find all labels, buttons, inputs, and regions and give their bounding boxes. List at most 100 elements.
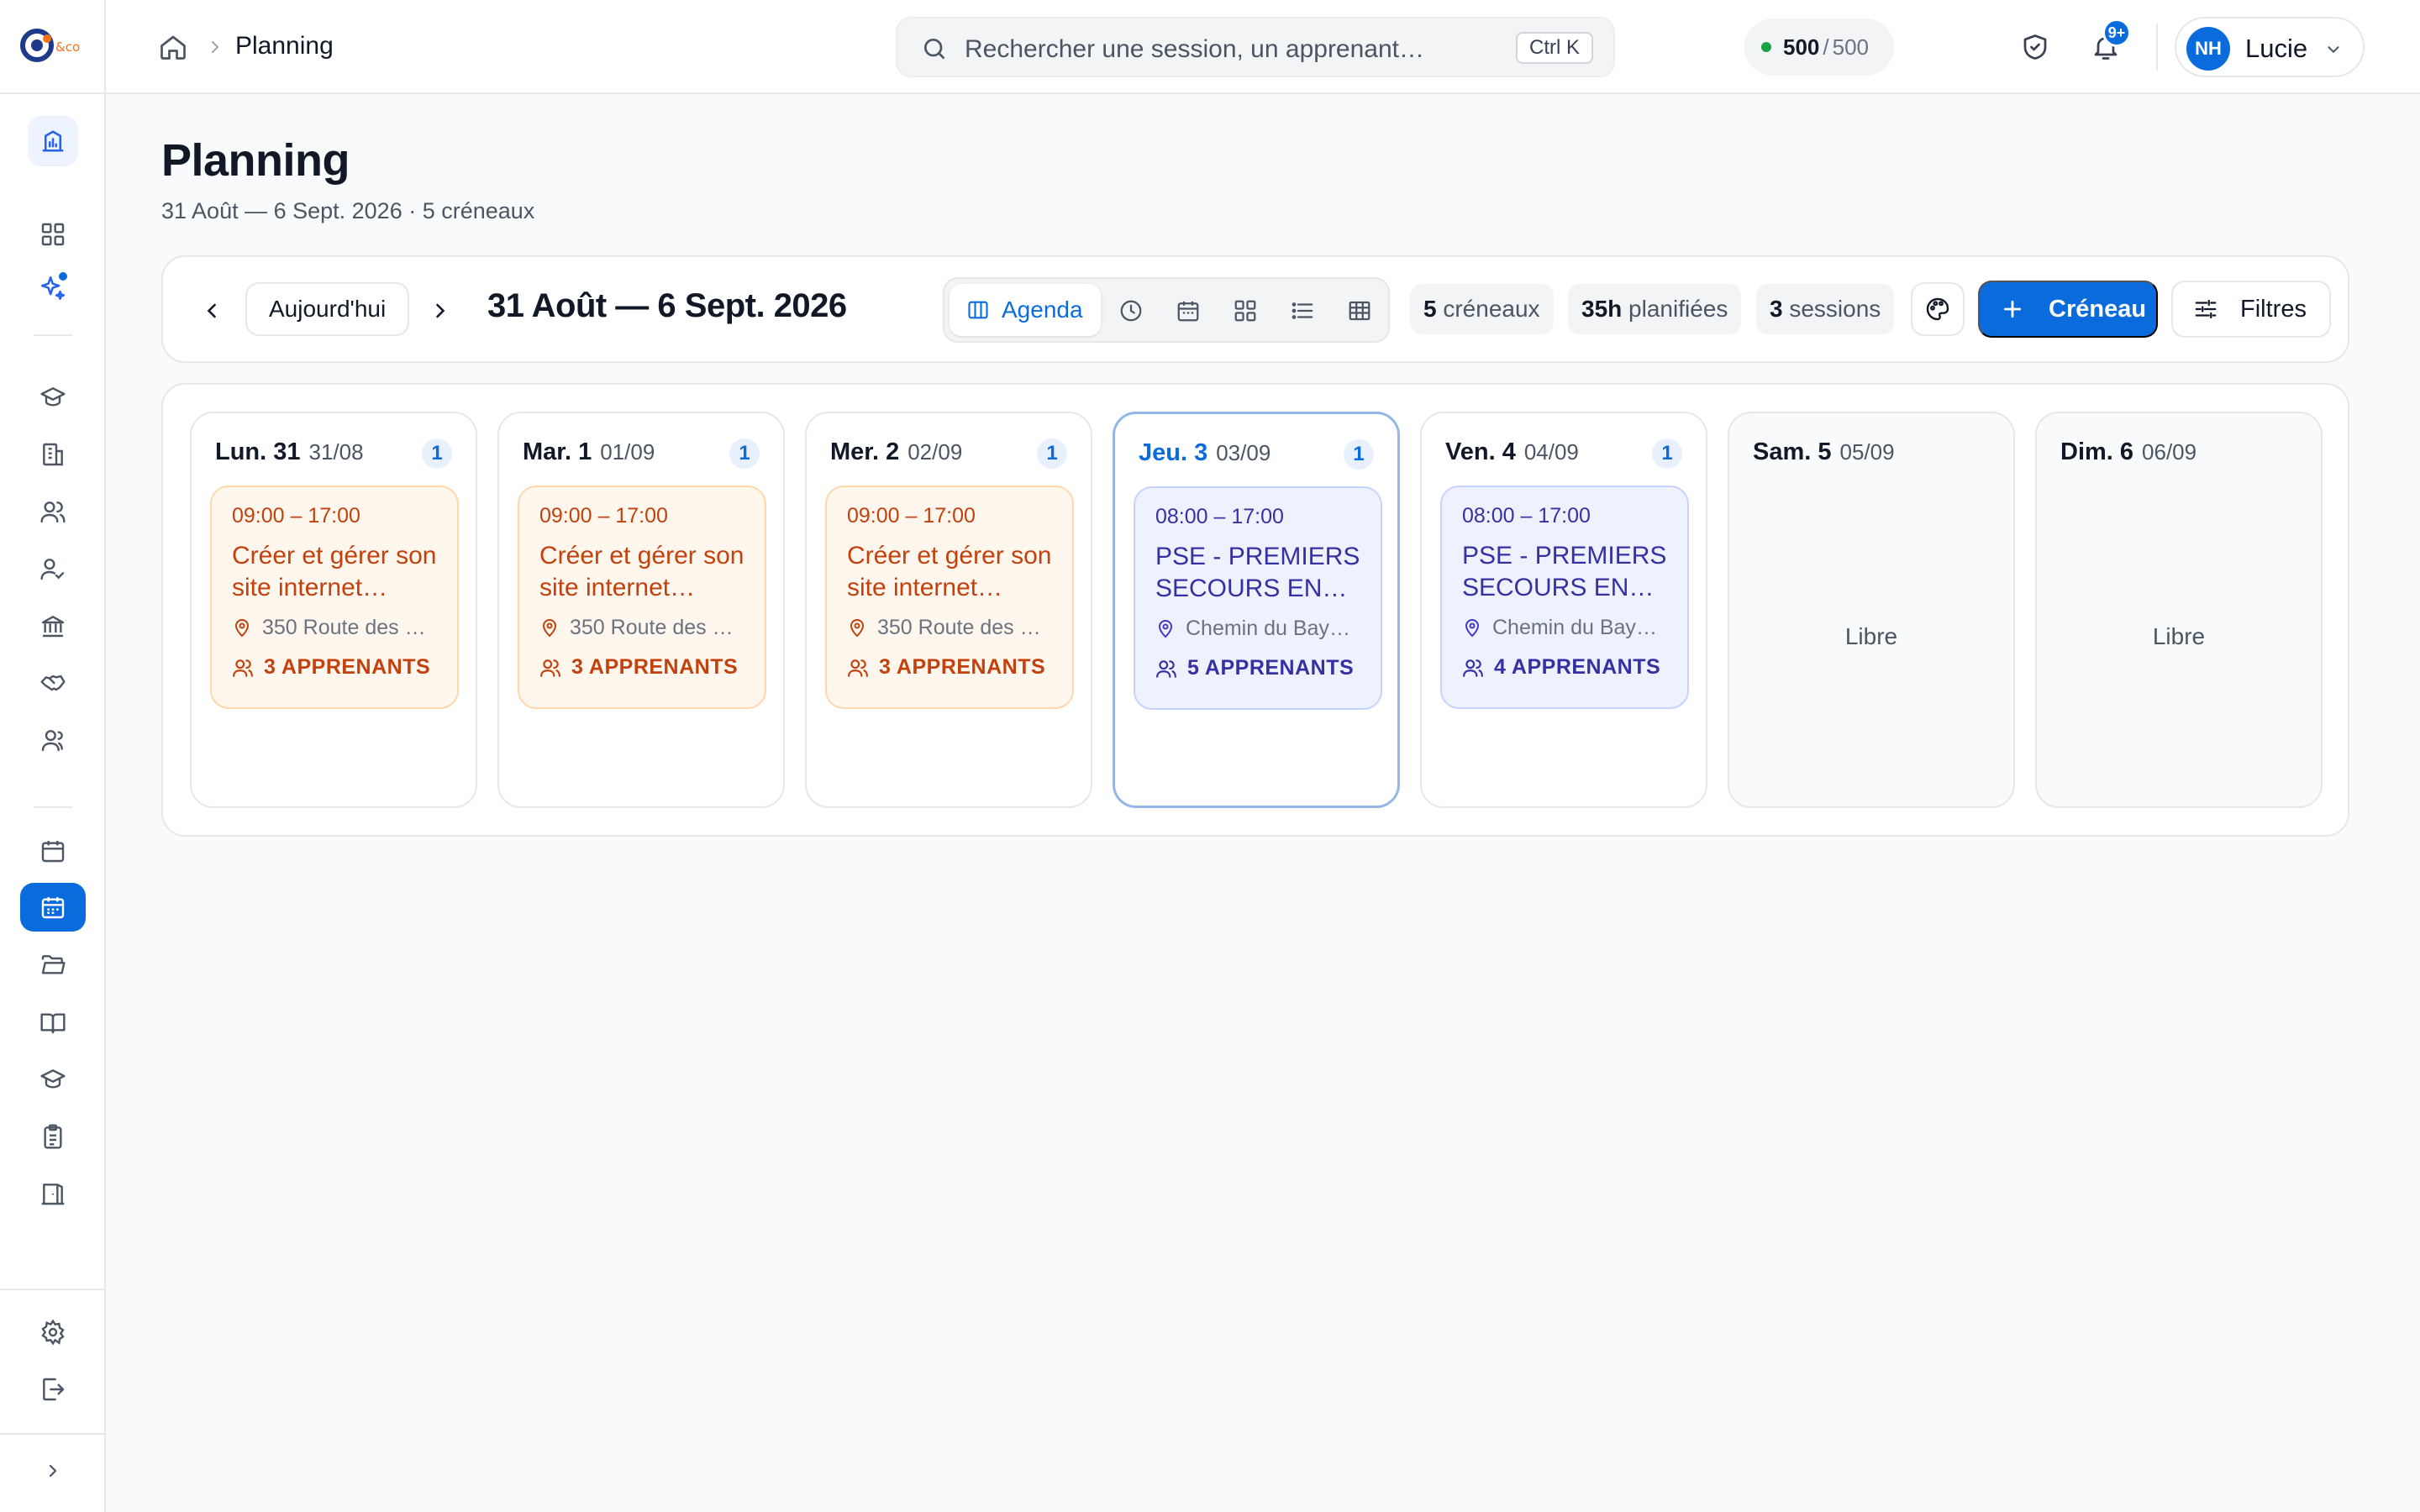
sidebar-item-catalog[interactable] xyxy=(32,1001,74,1043)
sidebar-item-partners[interactable] xyxy=(32,662,74,704)
sidebar-divider xyxy=(34,334,72,336)
security-button[interactable] xyxy=(2017,29,2054,66)
sidebar-item-logout[interactable] xyxy=(32,1368,74,1410)
event-location: Chemin du Bayo… xyxy=(1155,617,1360,641)
view-table-button[interactable] xyxy=(1344,296,1375,326)
sidebar-item-rooms[interactable] xyxy=(32,1173,74,1215)
sidebar-divider xyxy=(0,92,104,94)
app-logo[interactable]: &co xyxy=(18,25,87,66)
view-timeline-button[interactable] xyxy=(1116,296,1146,326)
list-icon xyxy=(1292,302,1313,319)
event-learners-text: 5 APPRENANTS xyxy=(1187,656,1355,680)
sidebar-item-calendar[interactable] xyxy=(32,830,74,872)
view-list-button[interactable] xyxy=(1287,296,1318,326)
sidebar-item-documents[interactable] xyxy=(32,944,74,986)
event-title: Créer et gérer son site internet… xyxy=(847,542,1052,601)
sidebar-item-sessions[interactable] xyxy=(32,1058,74,1100)
sidebar-item-trainings[interactable] xyxy=(32,376,74,418)
view-grid-button[interactable] xyxy=(1230,296,1260,326)
grid-icon xyxy=(1234,300,1256,322)
user-name: Lucie xyxy=(2245,34,2308,63)
event-card[interactable]: 08:00 – 17:00 PSE - PREMIERS SECOURS EN…… xyxy=(1134,486,1382,710)
filters-button[interactable]: Filtres xyxy=(2171,281,2331,338)
home-icon xyxy=(160,35,186,60)
day-column-sunday[interactable]: Dim. 6 06/09 Libre xyxy=(2035,412,2323,808)
next-week-button[interactable] xyxy=(418,289,462,333)
sidebar-item-planning[interactable] xyxy=(20,883,86,932)
sliders-icon xyxy=(2195,299,2217,319)
event-title: PSE - PREMIERS SECOURS EN… xyxy=(1155,543,1360,602)
search-input[interactable]: Rechercher une session, un apprenant… Ct… xyxy=(896,17,1615,77)
day-date: 05/09 xyxy=(1839,439,1895,465)
calendar-days-icon xyxy=(41,897,65,919)
door-icon xyxy=(41,1184,65,1205)
stat-hours: 35h planifiées xyxy=(1568,284,1742,334)
stat-slots-label: créneaux xyxy=(1443,296,1540,322)
users-icon xyxy=(1463,659,1483,677)
gear-icon xyxy=(41,1319,65,1346)
event-card[interactable]: 09:00 – 17:00 Créer et gérer son site in… xyxy=(518,486,766,709)
sidebar-expand-button[interactable] xyxy=(32,1450,74,1492)
chevron-right-icon xyxy=(49,1464,57,1478)
user-menu-button[interactable]: NH Lucie xyxy=(2175,17,2365,77)
event-learners: 4 APPRENANTS xyxy=(1462,655,1667,680)
event-card[interactable]: 08:00 – 17:00 PSE - PREMIERS SECOURS EN…… xyxy=(1440,486,1689,709)
sidebar-item-evaluations[interactable] xyxy=(32,1116,74,1158)
breadcrumb-home[interactable] xyxy=(158,32,188,62)
top-bar: Planning Rechercher une session, un appr… xyxy=(106,0,2420,94)
table-icon xyxy=(1349,301,1370,321)
day-header: Sam. 5 05/09 xyxy=(1753,438,1895,466)
chevron-right-icon xyxy=(436,303,445,318)
day-name: Lun. 31 xyxy=(215,438,301,465)
add-slot-label: Créneau xyxy=(2049,295,2147,323)
view-month-button[interactable] xyxy=(1173,296,1203,326)
day-column-thursday[interactable]: Jeu. 3 03/09 1 08:00 – 17:00 PSE - PREMIE… xyxy=(1113,412,1400,808)
view-agenda-button[interactable]: Agenda xyxy=(950,284,1101,336)
event-card[interactable]: 09:00 – 17:00 Créer et gérer son site in… xyxy=(210,486,459,709)
plus-icon xyxy=(2003,300,2022,318)
logout-icon xyxy=(43,1378,65,1401)
previous-week-button[interactable] xyxy=(190,289,234,333)
today-button[interactable]: Aujourd'hui xyxy=(245,282,410,336)
event-location: Chemin du Bayo… xyxy=(1462,616,1667,640)
day-column-friday[interactable]: Ven. 4 04/09 1 08:00 – 17:00 PSE - PREMIE… xyxy=(1420,412,1707,808)
map-pin-icon xyxy=(850,618,865,637)
ai-notification-dot xyxy=(57,270,69,282)
topbar-divider xyxy=(2156,24,2158,71)
map-pin-icon xyxy=(542,618,557,637)
date-range-title: 31 Août — 6 Sept. 2026 xyxy=(487,287,847,324)
event-time: 08:00 – 17:00 xyxy=(1155,505,1284,528)
filters-label: Filtres xyxy=(2240,295,2307,323)
credits-badge[interactable]: 500 / 500 xyxy=(1744,18,1894,76)
chevron-down-icon xyxy=(2324,40,2343,59)
day-column-tuesday[interactable]: Mar. 1 01/09 1 09:00 – 17:00 Créer et gér… xyxy=(497,412,785,808)
day-column-saturday[interactable]: Sam. 5 05/09 Libre xyxy=(1728,412,2015,808)
event-learners: 3 APPRENANTS xyxy=(539,655,744,680)
clipboard-list-icon xyxy=(44,1124,62,1149)
sidebar-item-dashboard[interactable] xyxy=(28,116,78,166)
sidebar-item-contacts[interactable] xyxy=(32,719,74,761)
sidebar-item-ai[interactable] xyxy=(32,267,74,309)
map-pin-icon xyxy=(234,618,250,637)
color-palette-button[interactable] xyxy=(1911,282,1965,336)
sidebar-item-funders[interactable] xyxy=(32,605,74,647)
sidebar-divider xyxy=(0,1289,104,1290)
stat-sessions: 3 sessions xyxy=(1756,284,1895,334)
day-event-count: 1 xyxy=(422,438,452,469)
page-title: Planning xyxy=(161,135,350,186)
calendar-icon xyxy=(1177,301,1199,322)
day-event-count: 1 xyxy=(1652,438,1682,469)
sidebar-item-trainers[interactable] xyxy=(32,548,74,590)
day-header: Dim. 6 06/09 xyxy=(2060,438,2196,466)
sidebar-item-settings[interactable] xyxy=(32,1311,74,1353)
event-card[interactable]: 09:00 – 17:00 Créer et gérer son site in… xyxy=(825,486,1074,709)
users-icon xyxy=(848,659,868,677)
day-column-wednesday[interactable]: Mer. 2 02/09 1 09:00 – 17:00 Créer et gér… xyxy=(805,412,1092,808)
sidebar-item-learners[interactable] xyxy=(32,491,74,533)
columns-icon xyxy=(968,301,988,319)
sidebar-item-organizations[interactable] xyxy=(32,433,74,475)
sidebar-item-overview[interactable] xyxy=(32,213,74,255)
day-column-monday[interactable]: Lun. 31 31/08 1 09:00 – 17:00 Créer et gé… xyxy=(190,412,477,808)
free-day-label: Libre xyxy=(2152,623,2206,649)
add-slot-button[interactable]: Créneau xyxy=(1978,281,2158,338)
